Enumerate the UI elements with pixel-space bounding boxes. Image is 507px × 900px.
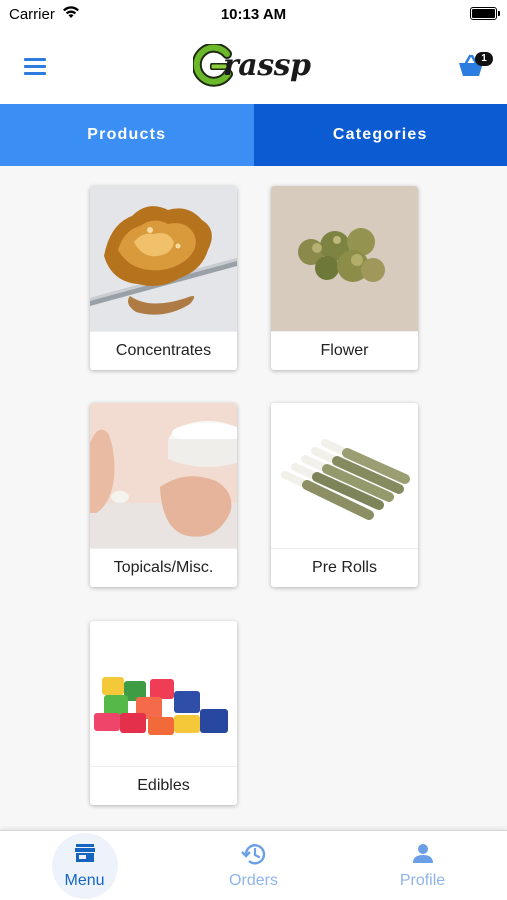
- storefront-icon: [74, 844, 95, 862]
- category-label: Pre Rolls: [271, 548, 418, 587]
- app-header: rassp 1: [0, 30, 507, 104]
- category-label: Topicals/Misc.: [90, 548, 237, 587]
- tab-bar: Products Categories: [0, 104, 507, 166]
- category-label: Concentrates: [90, 331, 237, 370]
- history-icon: [240, 844, 265, 865]
- category-card-prerolls[interactable]: Pre Rolls: [271, 403, 418, 587]
- category-card-concentrates[interactable]: Concentrates: [90, 186, 237, 370]
- person-icon: [412, 844, 433, 863]
- topicals-image: [90, 403, 237, 548]
- battery-icon: [470, 7, 500, 20]
- category-card-flower[interactable]: Flower: [271, 186, 418, 370]
- tab-products[interactable]: Products: [0, 104, 254, 166]
- cart-count-badge: 1: [475, 52, 493, 66]
- logo-text: rassp: [223, 48, 311, 83]
- edibles-image: [90, 621, 237, 766]
- tab-categories[interactable]: Categories: [253, 104, 507, 166]
- category-card-edibles[interactable]: Edibles: [90, 621, 237, 805]
- cart-button[interactable]: 1: [457, 48, 493, 80]
- nav-orders[interactable]: Orders: [169, 831, 338, 900]
- category-label: Flower: [271, 331, 418, 370]
- nav-profile[interactable]: Profile: [338, 831, 507, 900]
- nav-label: Orders: [229, 872, 278, 889]
- category-card-topicals[interactable]: Topicals/Misc.: [90, 403, 237, 587]
- grassp-logo: rassp: [193, 44, 318, 88]
- status-time: 10:13 AM: [220, 6, 287, 23]
- concentrate-image: [90, 186, 237, 331]
- hamburger-menu-button[interactable]: [18, 49, 52, 83]
- flower-image: [271, 186, 418, 331]
- bottom-navigation: Menu Orders Profile: [0, 830, 507, 900]
- nav-label: Menu: [64, 872, 105, 889]
- nav-menu[interactable]: Menu: [0, 831, 169, 900]
- nav-label: Profile: [399, 872, 446, 889]
- status-bar: Carrier 10:13 AM: [0, 0, 507, 30]
- category-label: Edibles: [90, 766, 237, 805]
- prerolls-image: [271, 403, 418, 548]
